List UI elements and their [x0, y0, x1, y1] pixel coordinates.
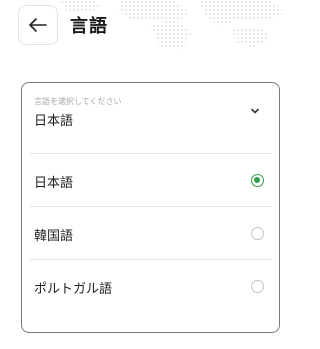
language-option-japanese[interactable]: 日本語	[30, 153, 272, 206]
option-label: 韓国語	[34, 229, 74, 244]
select-hint: 言語を選択してください	[34, 97, 122, 106]
arrow-left-icon	[29, 18, 47, 32]
language-option-portuguese[interactable]: ポルトガル語	[30, 259, 272, 312]
option-label: 日本語	[34, 176, 74, 191]
language-option-korean[interactable]: 韓国語	[30, 206, 272, 259]
radio-selected[interactable]	[251, 174, 264, 187]
radio-unselected[interactable]	[251, 227, 264, 240]
option-label: ポルトガル語	[34, 282, 113, 297]
chevron-down-icon[interactable]	[249, 105, 261, 117]
language-select[interactable]: 言語を選択してください 日本語	[22, 83, 279, 153]
select-value: 日本語	[34, 114, 74, 129]
page-title: 言語	[70, 16, 108, 37]
language-card: 言語を選択してください 日本語 日本語 韓国語 ポルトガル語	[21, 82, 280, 333]
radio-unselected[interactable]	[251, 280, 264, 293]
language-settings-screen: 言語 言語を選択してください 日本語 日本語 韓国語 ポルトガル語	[0, 0, 301, 349]
back-button[interactable]	[18, 5, 58, 45]
